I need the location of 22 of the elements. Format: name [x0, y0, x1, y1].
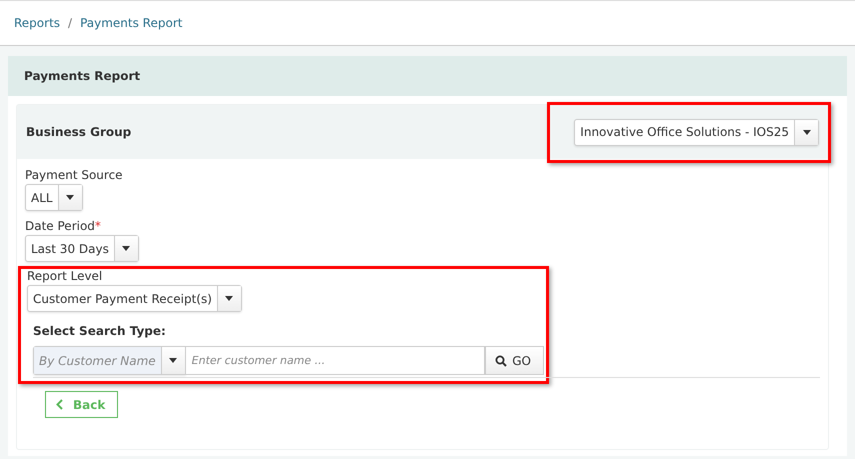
breadcrumb-link[interactable]: Reports	[14, 16, 60, 30]
business-group-label: Business Group	[26, 125, 132, 139]
go-button[interactable]: GO	[485, 346, 544, 375]
dropdown-select[interactable]: ALL	[25, 184, 83, 211]
field-label: Report Level	[27, 269, 102, 283]
business-group-select[interactable]: Innovative Office Solutions - IOS25	[574, 118, 819, 146]
caret-icon	[802, 130, 810, 134]
chevron-left-icon	[56, 399, 63, 410]
field-label: Payment Source	[25, 168, 123, 182]
caret-icon	[66, 195, 74, 200]
caret-icon	[169, 358, 178, 363]
dropdown-select[interactable]: Last 30 Days	[25, 235, 139, 262]
breadcrumb-separator: /	[68, 16, 72, 30]
search-type-label: Select Search Type:	[33, 324, 166, 338]
report-level-select[interactable]: Customer Payment Receipt(s)	[27, 285, 242, 312]
panel-title: Payments Report	[8, 56, 847, 96]
search-icon	[495, 354, 508, 366]
field-label: Date Period*	[25, 219, 101, 233]
caret-icon	[225, 296, 234, 301]
breadcrumb-link[interactable]: Payments Report	[80, 16, 182, 30]
search-input-field[interactable]: Enter customer name ...	[186, 346, 486, 375]
caret-icon	[122, 246, 130, 251]
